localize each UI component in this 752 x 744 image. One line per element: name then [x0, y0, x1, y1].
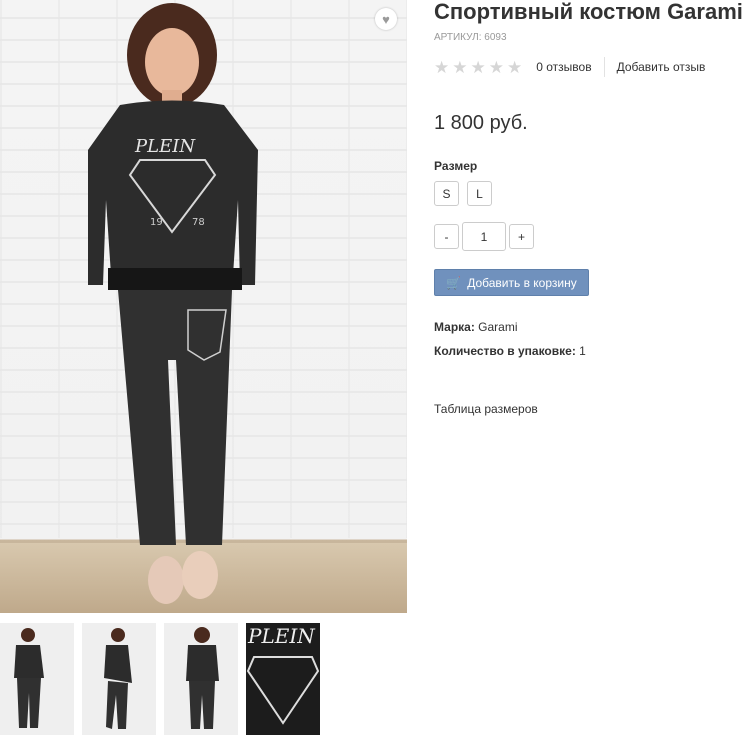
size-table-link[interactable]: Таблица размеров	[434, 402, 744, 416]
size-label: Размер	[434, 159, 478, 173]
svg-text:19: 19	[150, 217, 163, 228]
quantity-stepper: - 1 +	[434, 222, 744, 251]
heart-icon: ♥	[382, 11, 390, 27]
pack-quantity-value: 1	[579, 344, 586, 358]
quantity-increase-button[interactable]: +	[509, 224, 534, 249]
thumbnail-front[interactable]	[0, 623, 74, 735]
add-review-link[interactable]: Добавить отзыв	[617, 60, 706, 74]
thumbnail-back[interactable]	[164, 623, 238, 735]
thumbnail-back-image	[164, 623, 238, 735]
product-attributes: Марка: Garami Количество в упаковке: 1	[434, 320, 744, 358]
rating-stars[interactable]: ★ ★ ★ ★ ★	[434, 59, 522, 76]
product-price: 1 800 руб.	[434, 112, 528, 134]
add-to-cart-label: Добавить в корзину	[467, 275, 577, 290]
thumbnail-side-image	[82, 623, 156, 735]
rating-row: ★ ★ ★ ★ ★ 0 отзывов Добавить отзыв	[434, 56, 744, 78]
reviews-count-link[interactable]: 0 отзывов	[536, 60, 591, 74]
cart-icon: 🛒	[446, 275, 462, 290]
pack-quantity-label: Количество в упаковке:	[434, 344, 576, 358]
size-option-s[interactable]: S	[434, 181, 459, 206]
star-icon[interactable]: ★	[489, 59, 504, 76]
thumbnail-strip: PLEIN	[0, 623, 320, 735]
favorite-button[interactable]: ♥	[375, 8, 397, 30]
model-figure: PLEIN 19 78	[88, 3, 258, 604]
product-sku: АРТИКУЛ: 6093	[434, 32, 507, 43]
product-info: Спортивный костюм Garami АРТИКУЛ: 6093 ★…	[434, 0, 744, 416]
star-icon[interactable]: ★	[507, 59, 522, 76]
brand-attribute: Марка: Garami	[434, 320, 744, 334]
product-title: Спортивный костюм Garami	[434, 0, 743, 24]
thumbnail-side[interactable]	[82, 623, 156, 735]
thumbnail-logo-closeup[interactable]: PLEIN	[246, 623, 320, 735]
svg-text:PLEIN: PLEIN	[134, 136, 196, 157]
thumbnail-logo-image: PLEIN	[246, 623, 320, 735]
pack-quantity-attribute: Количество в упаковке: 1	[434, 344, 744, 358]
add-to-cart-button[interactable]: 🛒 Добавить в корзину	[434, 269, 589, 296]
brand-value: Garami	[478, 320, 518, 334]
size-option-l[interactable]: L	[467, 181, 492, 206]
size-options: S L	[434, 181, 744, 206]
star-icon[interactable]: ★	[434, 59, 449, 76]
star-icon[interactable]: ★	[471, 59, 486, 76]
svg-text:PLEIN: PLEIN	[247, 624, 316, 648]
quantity-input[interactable]: 1	[462, 222, 506, 251]
brand-label: Марка:	[434, 320, 475, 334]
quantity-decrease-button[interactable]: -	[434, 224, 459, 249]
star-icon[interactable]: ★	[452, 59, 467, 76]
thumbnail-front-image	[0, 623, 74, 735]
main-product-photo[interactable]: PLEIN 19 78 ♥	[0, 0, 407, 613]
divider	[603, 57, 605, 77]
svg-text:78: 78	[192, 217, 205, 228]
